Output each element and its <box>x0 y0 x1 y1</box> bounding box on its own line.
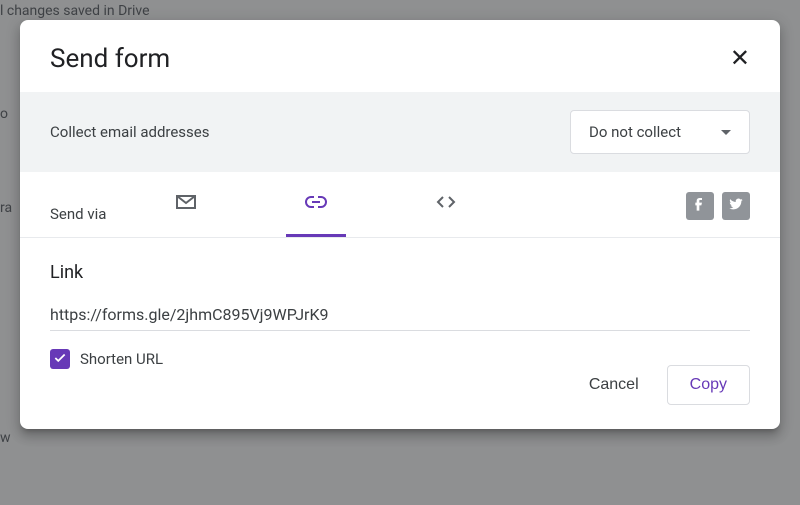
shorten-url-label[interactable]: Shorten URL <box>80 350 163 368</box>
dialog-actions: Cancel Copy <box>20 365 780 429</box>
bg-fragment: ra <box>0 200 12 216</box>
chevron-down-icon <box>721 130 731 135</box>
collect-email-selected: Do not collect <box>589 123 681 141</box>
collect-email-section: Collect email addresses Do not collect <box>20 92 780 172</box>
link-section: Link Shorten URL <box>20 238 780 369</box>
share-twitter-button[interactable] <box>722 192 750 220</box>
copy-button[interactable]: Copy <box>667 365 750 405</box>
link-heading: Link <box>50 262 750 283</box>
dialog-title: Send form <box>50 44 730 74</box>
twitter-icon <box>728 196 744 216</box>
mail-icon <box>174 190 198 218</box>
send-via-section: Send via <box>20 172 780 238</box>
close-icon: ✕ <box>730 45 750 72</box>
tab-link[interactable] <box>286 190 346 237</box>
send-via-label: Send via <box>50 205 106 223</box>
embed-icon <box>434 190 458 218</box>
check-icon <box>53 350 67 369</box>
close-button[interactable]: ✕ <box>730 47 750 71</box>
bg-saved-text: l changes saved in Drive <box>0 3 150 19</box>
share-facebook-button[interactable] <box>686 192 714 220</box>
cancel-button[interactable]: Cancel <box>581 366 647 404</box>
tab-email[interactable] <box>156 190 216 237</box>
bg-fragment: w <box>0 430 11 446</box>
dialog-header: Send form ✕ <box>20 20 780 92</box>
shorten-url-checkbox[interactable] <box>50 349 70 369</box>
send-form-dialog: Send form ✕ Collect email addresses Do n… <box>20 20 780 429</box>
collect-email-dropdown[interactable]: Do not collect <box>570 110 750 154</box>
collect-email-label: Collect email addresses <box>50 123 570 141</box>
facebook-icon <box>692 196 708 216</box>
bg-fragment: o <box>0 106 8 122</box>
link-icon <box>304 190 328 218</box>
send-via-tabs <box>156 190 686 237</box>
social-share <box>686 192 750 236</box>
tab-embed[interactable] <box>416 190 476 237</box>
link-url-input[interactable] <box>50 305 750 331</box>
